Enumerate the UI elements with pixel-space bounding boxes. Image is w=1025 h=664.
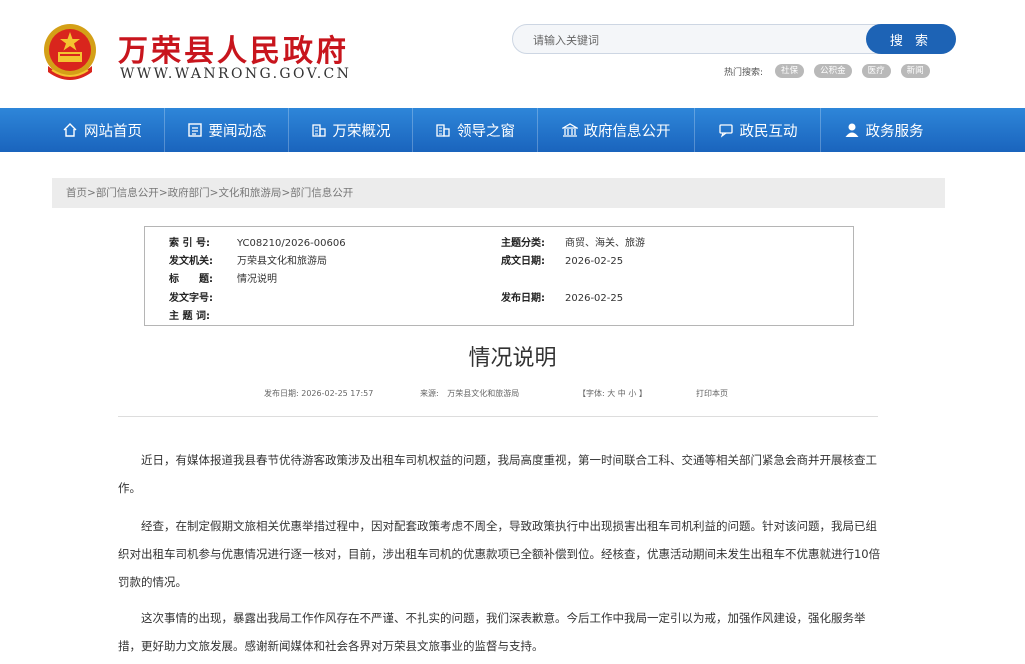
breadcrumb-item[interactable]: 部门信息公开 [290,187,353,199]
info-row-title: 标 题: 情况说明 [145,271,845,289]
info-row-keywords: 主 题 词: [145,308,845,326]
breadcrumb-item[interactable]: 部门信息公开 [96,187,159,199]
search-box: 搜 索 [512,24,956,54]
font-size-selector: 【字体: 大 中 小 】 [578,388,647,402]
breadcrumb-separator: > [158,187,168,199]
hot-search-label: 热门搜索: [724,67,764,78]
font-size-close: 】 [638,389,647,398]
article-paragraph: 经查，在制定假期文旅相关优惠举措过程中，因对配套政策考虑不周全，导致政策执行中出… [118,519,881,589]
document-info-table: 索 引 号: YC08210/2026-00606 主题分类: 商贸、海关、旅游… [144,226,854,326]
font-size-large[interactable]: 大 [607,389,615,398]
search-input[interactable] [533,31,853,49]
font-size-medium[interactable]: 中 [618,389,626,398]
news-icon [187,123,202,137]
info-label: 主题分类: [501,238,545,249]
source-value: 万荣县文化和旅游局 [447,389,520,398]
nav-item-news[interactable]: 要闻动态 [165,108,289,152]
info-value: 情况说明 [237,274,277,285]
print-link[interactable]: 打印本页 [696,388,728,402]
info-row-org: 发文机关: 万荣县文化和旅游局 成文日期: 2026-02-25 [145,253,845,271]
hot-tag[interactable]: 医疗 [861,64,891,78]
home-icon [63,123,77,137]
government-icon [561,123,578,137]
info-label: 标 题: [169,274,213,285]
info-value: 万荣县文化和旅游局 [237,256,327,267]
site-domain: WWW.WANRONG.GOV.CN [120,66,352,82]
breadcrumb-item[interactable]: 政府部门 [168,187,210,199]
info-value: YC08210/2026-00606 [237,238,346,249]
info-label: 发布日期: [501,293,545,304]
publish-date-label: 发布日期: [264,389,299,398]
hot-tag[interactable]: 新闻 [900,64,930,78]
info-row-index: 索 引 号: YC08210/2026-00606 主题分类: 商贸、海关、旅游 [145,235,845,253]
nav-item-label: 政府信息公开 [583,123,671,140]
nav-item-label: 领导之窗 [457,123,515,140]
nav-item-label: 政民互动 [739,123,798,140]
search-button[interactable]: 搜 索 [866,24,956,54]
nav-item-label: 网站首页 [84,123,142,140]
info-label: 成文日期: [501,256,545,267]
info-label: 发文机关: [169,256,213,267]
breadcrumb-home[interactable]: 首页 [66,187,87,199]
main-nav: 网站首页 要闻动态 万荣概况 领导之窗 政府信息公开 政民互动 政务服务 [0,108,1025,152]
info-value: 2026-02-25 [565,293,624,304]
chat-icon [718,124,733,138]
source-label: 来源: [420,389,439,398]
user-icon [845,123,858,137]
breadcrumb-item[interactable]: 文化和旅游局 [218,187,281,199]
info-row-doc-no: 发文字号: 发布日期: 2026-02-25 [145,290,845,308]
national-emblem-icon [44,24,96,80]
building-icon [311,124,326,137]
divider [118,416,878,417]
site-title: 万荣县人民政府 [118,34,349,69]
info-label: 索 引 号: [169,238,210,249]
nav-item-gov-info[interactable]: 政府信息公开 [538,108,695,152]
site-header: 万荣县人民政府 WWW.WANRONG.GOV.CN 搜 索 热门搜索: 社保 … [0,0,1025,108]
article-paragraph: 这次事情的出现，暴露出我局工作作风存在不严谨、不扎实的问题，我们深表歉意。今后工… [118,611,866,653]
nav-item-home[interactable]: 网站首页 [40,108,165,152]
font-size-small[interactable]: 小 [628,389,636,398]
publish-date: 发布日期: 2026-02-25 17:57 [264,388,373,402]
nav-item-overview[interactable]: 万荣概况 [289,108,413,152]
hot-tag[interactable]: 社保 [775,64,805,78]
breadcrumb-separator: > [281,187,291,199]
hot-tag[interactable]: 公积金 [814,64,852,78]
nav-item-label: 万荣概况 [332,123,391,140]
publish-date-value: 2026-02-25 17:57 [301,389,374,398]
article-title: 情况说明 [468,346,557,371]
hot-search: 热门搜索: 社保 公积金 医疗 新闻 [724,63,930,79]
nav-item-label: 要闻动态 [208,123,267,140]
article-paragraph: 近日，有媒体报道我县春节优待游客政策涉及出租车司机权益的问题，我局高度重视，第一… [118,453,877,495]
info-value: 商贸、海关、旅游 [565,238,645,249]
nav-item-label: 政务服务 [865,123,924,140]
info-label: 发文字号: [169,293,213,304]
breadcrumb: 首页>部门信息公开>政府部门>文化和旅游局>部门信息公开 [52,178,945,208]
info-label: 主 题 词: [169,311,210,322]
nav-item-interaction[interactable]: 政民互动 [695,108,821,152]
nav-item-leaders[interactable]: 领导之窗 [413,108,538,152]
breadcrumb-separator: > [87,187,96,199]
source: 来源: 万荣县文化和旅游局 [420,388,519,402]
nav-item-services[interactable]: 政务服务 [821,108,946,152]
building-icon [436,124,450,137]
info-value: 2026-02-25 [565,256,624,267]
font-size-label: 【字体: [578,389,605,398]
